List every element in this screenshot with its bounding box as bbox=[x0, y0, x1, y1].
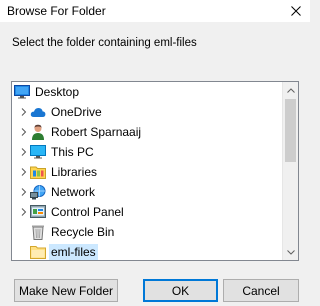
libraries-icon bbox=[30, 164, 46, 180]
scroll-down-button[interactable] bbox=[283, 244, 298, 260]
user-icon bbox=[30, 124, 46, 140]
tree-item-eml-files[interactable]: eml-files bbox=[12, 242, 283, 260]
tree-item-user[interactable]: Robert Sparnaaij bbox=[12, 122, 283, 142]
tree-item-onedrive[interactable]: OneDrive bbox=[12, 102, 283, 122]
onedrive-icon bbox=[30, 104, 46, 120]
tree-item-label: Recycle Bin bbox=[51, 225, 115, 239]
tree-item-this-pc[interactable]: This PC bbox=[12, 142, 283, 162]
chevron-right-icon[interactable] bbox=[18, 142, 30, 162]
scrollbar-thumb[interactable] bbox=[285, 99, 296, 162]
tree-item-label: This PC bbox=[51, 145, 94, 159]
tree-item-label: eml-files bbox=[49, 244, 98, 260]
vertical-scrollbar[interactable] bbox=[282, 82, 298, 260]
instruction-text: Select the folder containing eml-files bbox=[12, 37, 197, 49]
tree-item-libraries[interactable]: Libraries bbox=[12, 162, 283, 182]
chevron-right-icon[interactable] bbox=[18, 162, 30, 182]
chevron-down-icon bbox=[287, 249, 295, 255]
ok-button[interactable]: OK bbox=[143, 279, 218, 302]
tree-item-control-panel[interactable]: Control Panel bbox=[12, 202, 283, 222]
folder-tree[interactable]: Desktop OneDrive Robert Sparnaaij This P… bbox=[11, 81, 299, 261]
chevron-right-icon[interactable] bbox=[18, 122, 30, 142]
chevron-right-icon[interactable] bbox=[18, 202, 30, 222]
make-new-folder-button[interactable]: Make New Folder bbox=[14, 279, 118, 302]
close-button[interactable] bbox=[282, 0, 310, 22]
folder-icon bbox=[30, 244, 46, 260]
tree-item-desktop[interactable]: Desktop bbox=[12, 82, 283, 102]
window-title: Browse For Folder bbox=[7, 4, 106, 18]
scroll-up-button[interactable] bbox=[283, 82, 298, 98]
title-bar: Browse For Folder bbox=[0, 0, 310, 22]
tree-item-label: Robert Sparnaaij bbox=[51, 125, 142, 139]
network-icon bbox=[30, 184, 46, 200]
computer-icon bbox=[30, 144, 46, 160]
control-panel-icon bbox=[30, 204, 46, 220]
close-icon bbox=[291, 6, 301, 16]
chevron-right-icon[interactable] bbox=[18, 182, 30, 202]
desktop-icon bbox=[14, 84, 30, 100]
tree-item-network[interactable]: Network bbox=[12, 182, 283, 202]
recycle-bin-icon bbox=[30, 224, 46, 240]
chevron-right-icon[interactable] bbox=[18, 102, 30, 122]
tree-item-label: Network bbox=[51, 185, 96, 199]
tree-item-label: Libraries bbox=[51, 165, 98, 179]
tree-item-recycle-bin[interactable]: Recycle Bin bbox=[12, 222, 283, 242]
cancel-button[interactable]: Cancel bbox=[223, 279, 299, 302]
chevron-up-icon bbox=[287, 87, 295, 93]
tree-item-label: Control Panel bbox=[51, 205, 124, 219]
tree-item-label: OneDrive bbox=[51, 105, 102, 119]
tree-item-label: Desktop bbox=[35, 85, 80, 99]
